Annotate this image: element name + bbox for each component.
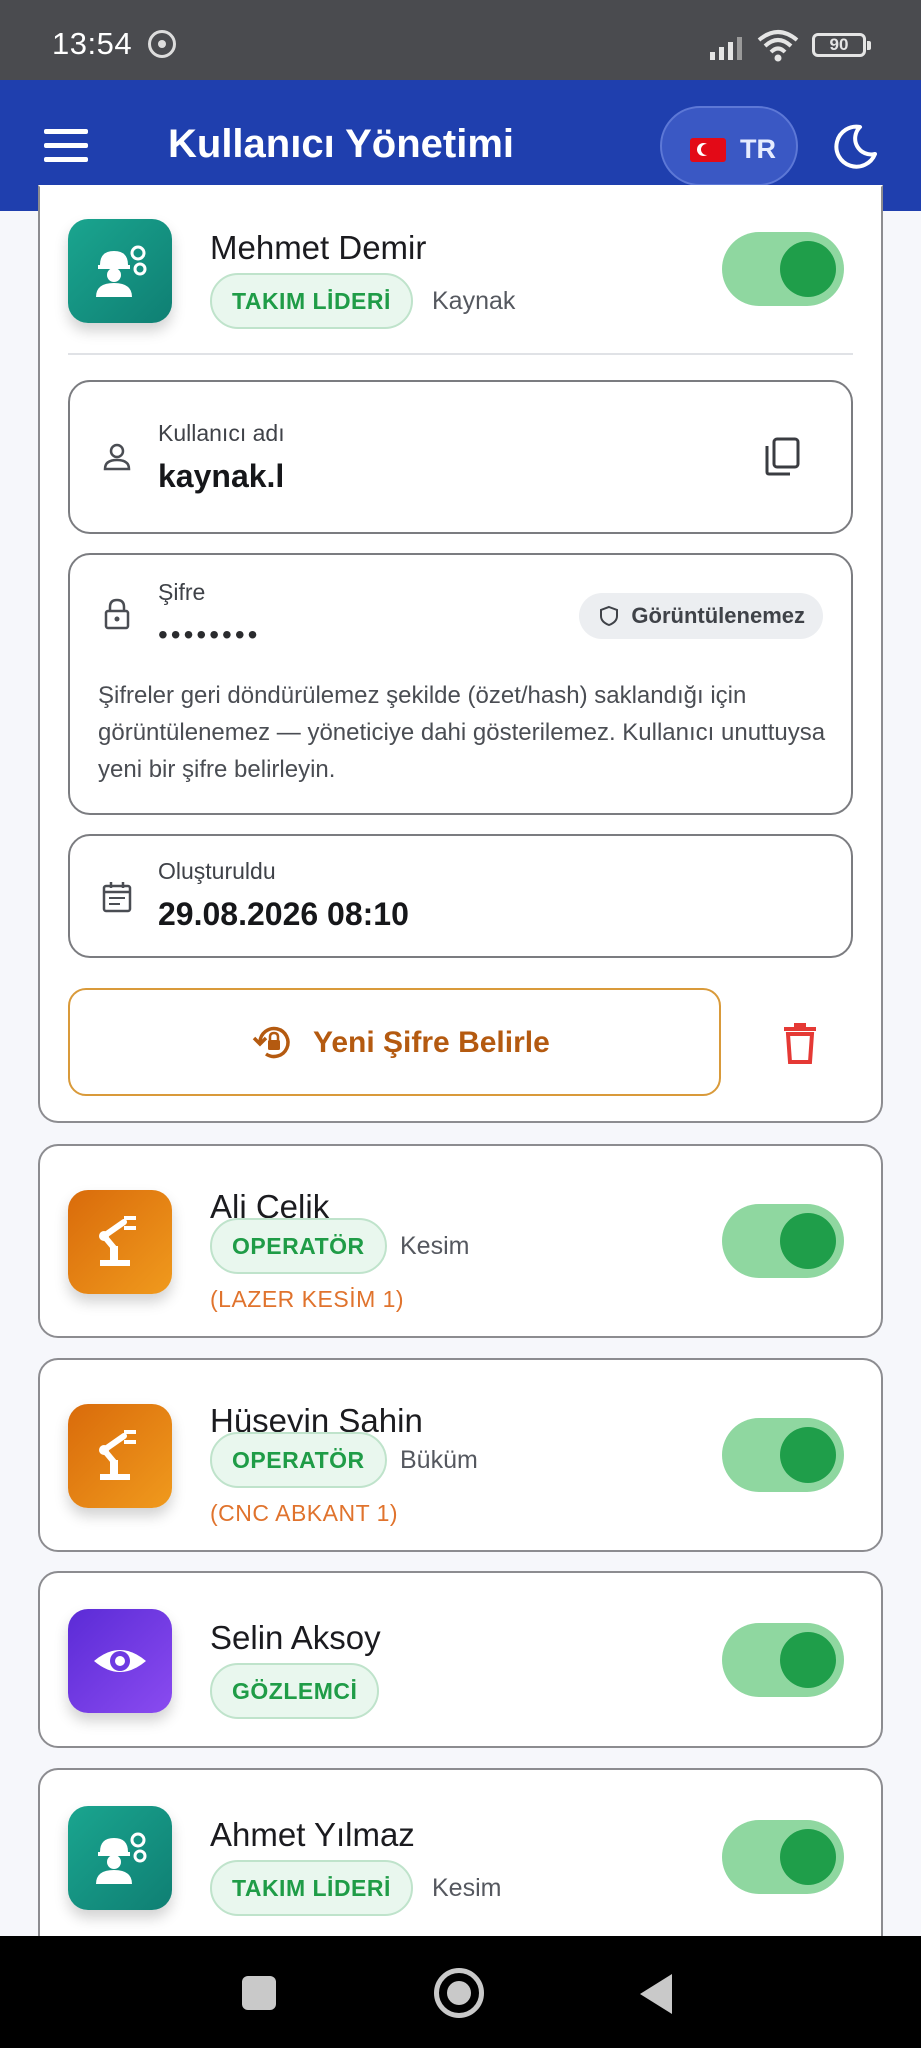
divider xyxy=(68,353,853,355)
user-card[interactable]: Selin Aksoy GÖZLEMCİ xyxy=(38,1571,883,1748)
created-label: Oluşturuldu xyxy=(158,858,276,884)
password-mask: •••••••• xyxy=(158,619,261,650)
password-field: Şifre •••••••• Görüntülenemez Şifreler g… xyxy=(68,553,853,815)
role-badge: OPERATÖR xyxy=(210,1218,387,1274)
turkey-flag-icon xyxy=(690,138,726,162)
back-button[interactable] xyxy=(640,1974,672,2014)
created-field: Oluşturuldu 29.08.2026 08:10 xyxy=(68,834,853,958)
user-name: Selin Aksoy xyxy=(210,1619,381,1656)
machine-label: (LAZER KESİM 1) xyxy=(210,1286,405,1312)
not-viewable-badge: Görüntülenemez xyxy=(579,593,823,639)
screen: 13:54 90 Kullanıcı Yönetimi TR Mehmet De… xyxy=(0,0,921,2048)
delete-icon[interactable] xyxy=(782,1022,818,1064)
username-field: Kullanıcı adı kaynak.l xyxy=(68,380,853,534)
role-badge: TAKIM LİDERİ xyxy=(210,1860,413,1916)
engineer-icon xyxy=(96,1832,147,1884)
calendar-icon xyxy=(102,882,132,913)
status-time: 13:54 xyxy=(52,26,133,61)
signal-icon xyxy=(710,37,742,60)
active-toggle[interactable] xyxy=(722,1820,844,1894)
home-button[interactable] xyxy=(434,1968,484,2018)
department-label: Kesim xyxy=(432,1874,502,1902)
robot-arm-icon xyxy=(99,1216,136,1266)
lock-reset-icon xyxy=(252,1026,290,1059)
role-badge: TAKIM LİDERİ xyxy=(210,273,413,329)
user-card[interactable]: Ali Çelik OPERATÖR Kesim (LAZER KESİM 1) xyxy=(38,1144,883,1338)
active-toggle[interactable] xyxy=(722,1623,844,1697)
active-toggle[interactable] xyxy=(722,232,844,306)
department-label: Kaynak xyxy=(432,287,516,315)
machine-label: (CNC ABKANT 1) xyxy=(210,1500,399,1526)
page-title: Kullanıcı Yönetimi xyxy=(168,122,514,166)
user-name: Mehmet Demir xyxy=(210,229,427,266)
department-label: Büküm xyxy=(400,1446,478,1474)
lock-icon xyxy=(104,598,130,630)
username-label: Kullanıcı adı xyxy=(158,420,285,446)
role-badge: OPERATÖR xyxy=(210,1432,387,1488)
created-value: 29.08.2026 08:10 xyxy=(158,896,409,932)
username-value: kaynak.l xyxy=(158,458,285,494)
copy-icon[interactable] xyxy=(763,436,801,476)
language-selector[interactable]: TR xyxy=(660,106,798,186)
reset-password-button[interactable]: Yeni Şifre Belirle xyxy=(68,988,721,1096)
active-toggle[interactable] xyxy=(722,1418,844,1492)
user-icon xyxy=(103,443,131,471)
shield-icon xyxy=(600,605,619,627)
notification-icon xyxy=(148,30,176,58)
avatar xyxy=(68,1190,172,1294)
system-nav-bar xyxy=(0,1936,921,2048)
menu-icon[interactable] xyxy=(44,129,88,163)
password-info-text: Şifreler geri döndürülemez şekilde (özet… xyxy=(98,682,826,783)
language-code: TR xyxy=(740,134,776,164)
reset-password-label: Yeni Şifre Belirle xyxy=(313,1026,550,1059)
status-bar: 13:54 90 xyxy=(0,0,921,80)
robot-arm-icon xyxy=(99,1430,136,1480)
engineer-icon xyxy=(96,245,147,297)
user-card[interactable]: Hüseyin Şahin OPERATÖR Büküm (CNC ABKANT… xyxy=(38,1358,883,1552)
wifi-icon xyxy=(757,30,799,62)
user-name: Ahmet Yılmaz xyxy=(210,1816,415,1853)
department-label: Kesim xyxy=(400,1232,470,1260)
dark-mode-icon[interactable] xyxy=(830,122,880,172)
avatar xyxy=(68,219,172,323)
avatar xyxy=(68,1609,172,1713)
not-viewable-label: Görüntülenemez xyxy=(631,603,805,628)
recents-button[interactable] xyxy=(242,1976,276,2010)
active-toggle[interactable] xyxy=(722,1204,844,1278)
user-card-expanded[interactable]: Mehmet Demir TAKIM LİDERİ Kaynak Kullanı… xyxy=(38,185,883,1123)
password-label: Şifre xyxy=(158,579,206,605)
avatar xyxy=(68,1806,172,1910)
avatar xyxy=(68,1404,172,1508)
role-badge: GÖZLEMCİ xyxy=(210,1663,380,1719)
battery-icon: 90 xyxy=(812,33,871,57)
eye-icon xyxy=(94,1650,146,1672)
